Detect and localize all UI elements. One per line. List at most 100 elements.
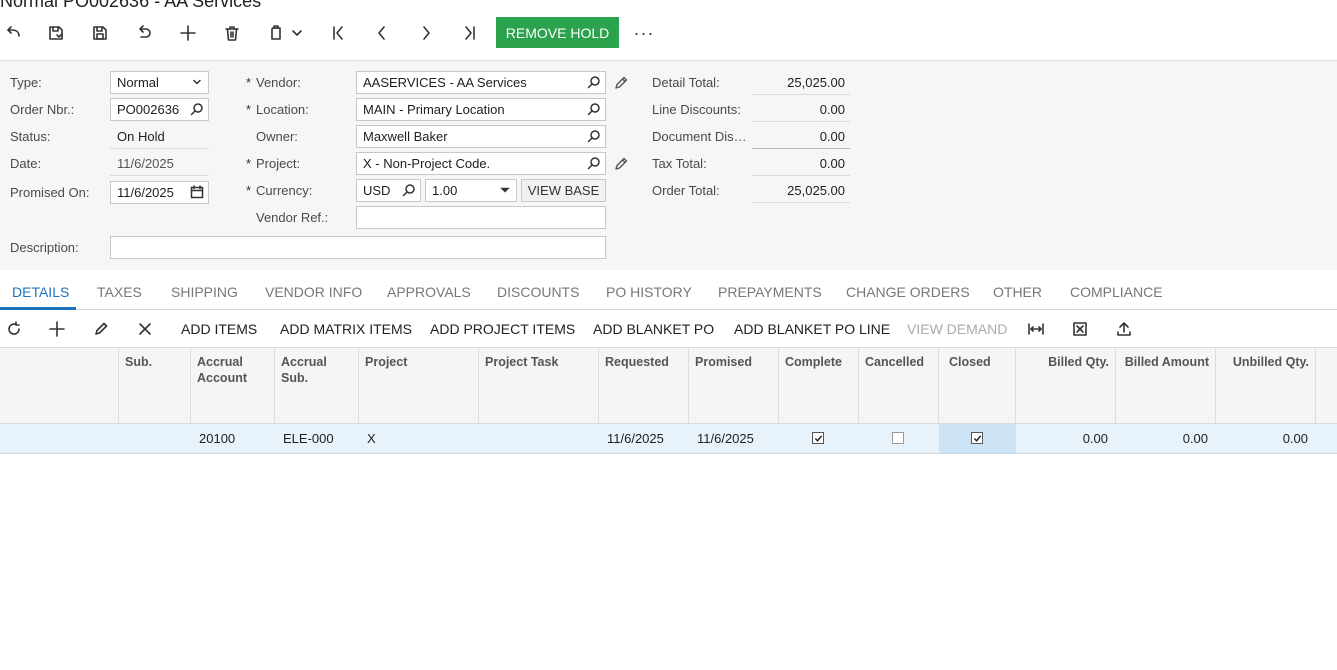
promised-on-field[interactable]: 11/6/2025 <box>110 181 209 204</box>
cell-cancelled[interactable] <box>859 424 939 453</box>
tab-prepayments[interactable]: PREPAYMENTS <box>718 284 822 300</box>
closed-checkbox[interactable] <box>971 432 983 444</box>
cell-requested[interactable]: 11/6/2025 <box>599 424 689 453</box>
currency-label: * Currency: <box>246 183 312 198</box>
search-icon[interactable] <box>402 183 416 197</box>
header-billed-amount[interactable]: Billed Amount <box>1116 348 1216 424</box>
add-project-items-button[interactable]: ADD PROJECT ITEMS <box>430 321 575 337</box>
view-demand-button[interactable]: VIEW DEMAND <box>907 321 1007 337</box>
copy-icon[interactable] <box>263 20 289 46</box>
tab-change-orders[interactable]: CHANGE ORDERS <box>846 284 970 300</box>
header-accrual-sub[interactable]: Accrual Sub. <box>275 348 359 424</box>
tax-total-underline <box>752 175 850 176</box>
order-nbr-value: PO002636 <box>117 102 180 117</box>
tab-details[interactable]: DETAILS <box>12 284 69 300</box>
search-icon[interactable] <box>587 102 601 116</box>
header-promised[interactable]: Promised <box>689 348 779 424</box>
cell-completed[interactable] <box>779 424 859 453</box>
edit-project-icon[interactable] <box>613 156 629 172</box>
tab-shipping[interactable]: SHIPPING <box>171 284 238 300</box>
cancelled-checkbox[interactable] <box>892 432 904 444</box>
header-project[interactable]: Project <box>359 348 479 424</box>
table-row[interactable]: 20100 ELE-000 X 11/6/2025 11/6/2025 0.00… <box>0 424 1337 454</box>
search-icon[interactable] <box>587 129 601 143</box>
search-icon[interactable] <box>587 75 601 89</box>
grid-header-row: Sub. Accrual Account Accrual Sub. Projec… <box>0 347 1337 424</box>
cell-project[interactable]: X <box>359 424 479 453</box>
save-draft-icon[interactable] <box>43 20 69 46</box>
vendor-ref-field[interactable] <box>356 206 606 229</box>
location-value: MAIN - Primary Location <box>363 102 505 117</box>
undo-icon[interactable] <box>131 20 157 46</box>
search-icon[interactable] <box>587 156 601 170</box>
add-row-icon[interactable] <box>44 316 70 342</box>
upload-icon[interactable] <box>1111 316 1137 342</box>
header-project-task[interactable]: Project Task <box>479 348 599 424</box>
edit-vendor-icon[interactable] <box>613 75 629 91</box>
export-excel-icon[interactable] <box>1067 316 1093 342</box>
back-icon[interactable] <box>0 20 26 46</box>
detail-total-label: Detail Total: <box>652 75 720 90</box>
chevron-down-icon[interactable] <box>287 20 307 46</box>
delete-row-icon[interactable] <box>132 316 158 342</box>
order-nbr-label: Order Nbr.: <box>10 102 75 117</box>
required-mark: * <box>246 75 252 90</box>
save-icon[interactable] <box>87 20 113 46</box>
search-icon[interactable] <box>190 102 204 116</box>
location-field[interactable]: MAIN - Primary Location <box>356 98 606 121</box>
header-cancelled[interactable]: Cancelled <box>859 348 939 424</box>
tab-po-history[interactable]: PO HISTORY <box>606 284 692 300</box>
tab-vendor-info[interactable]: VENDOR INFO <box>265 284 362 300</box>
last-record-icon[interactable] <box>457 20 483 46</box>
cell-billed-qty[interactable]: 0.00 <box>1016 424 1116 453</box>
project-field[interactable]: X - Non-Project Code. <box>356 152 606 175</box>
tab-other[interactable]: OTHER <box>993 284 1042 300</box>
completed-checkbox[interactable] <box>812 432 824 444</box>
cell-billed-amount[interactable]: 0.00 <box>1116 424 1216 453</box>
calendar-icon[interactable] <box>190 185 204 199</box>
type-select[interactable]: Normal <box>110 71 209 94</box>
tab-discounts[interactable]: DISCOUNTS <box>497 284 579 300</box>
header-unbilled-qty[interactable]: Unbilled Qty. <box>1216 348 1316 424</box>
cell-accrual-sub[interactable]: ELE-000 <box>275 424 359 453</box>
currency-field[interactable]: USD <box>356 179 421 202</box>
remove-hold-button[interactable]: REMOVE HOLD <box>496 17 619 48</box>
previous-record-icon[interactable] <box>369 20 395 46</box>
description-field[interactable] <box>110 236 606 259</box>
cell-promised[interactable]: 11/6/2025 <box>689 424 779 453</box>
tab-approvals[interactable]: APPROVALS <box>387 284 471 300</box>
first-record-icon[interactable] <box>325 20 351 46</box>
promised-on-value: 11/6/2025 <box>117 185 174 200</box>
more-actions-icon[interactable]: ··· <box>632 20 656 46</box>
header-closed[interactable]: Closed <box>939 348 1016 424</box>
add-matrix-items-button[interactable]: ADD MATRIX ITEMS <box>280 321 412 337</box>
add-icon[interactable] <box>175 20 201 46</box>
view-base-button[interactable]: VIEW BASE <box>521 179 606 202</box>
add-items-button[interactable]: ADD ITEMS <box>181 321 257 337</box>
cell-unbilled-qty[interactable]: 0.00 <box>1216 424 1316 453</box>
header-completed[interactable]: Complete <box>779 348 859 424</box>
owner-field[interactable]: Maxwell Baker <box>356 125 606 148</box>
header-sub[interactable]: Sub. <box>119 348 191 424</box>
vendor-field[interactable]: AASERVICES - AA Services <box>356 71 606 94</box>
vendor-label: * Vendor: <box>246 75 301 90</box>
tab-compliance[interactable]: COMPLIANCE <box>1070 284 1163 300</box>
header-billed-qty[interactable]: Billed Qty. <box>1016 348 1116 424</box>
tab-taxes[interactable]: TAXES <box>97 284 142 300</box>
fit-columns-icon[interactable] <box>1023 316 1049 342</box>
project-label-text: Project: <box>256 156 301 171</box>
project-value: X - Non-Project Code. <box>363 156 491 171</box>
cell-closed[interactable] <box>939 424 1016 453</box>
add-blanket-po-button[interactable]: ADD BLANKET PO <box>593 321 714 337</box>
refresh-icon[interactable] <box>1 316 27 342</box>
currency-rate-field[interactable]: 1.00 <box>425 179 517 202</box>
edit-row-icon[interactable] <box>88 316 114 342</box>
add-blanket-po-line-button[interactable]: ADD BLANKET PO LINE <box>734 321 890 337</box>
header-requested[interactable]: Requested <box>599 348 689 424</box>
cell-accrual-account[interactable]: 20100 <box>191 424 275 453</box>
header-accrual-account[interactable]: Accrual Account <box>191 348 275 424</box>
next-record-icon[interactable] <box>413 20 439 46</box>
delete-icon[interactable] <box>219 20 245 46</box>
order-nbr-field[interactable]: PO002636 <box>110 98 209 121</box>
detail-total-value: 25,025.00 <box>787 75 845 90</box>
